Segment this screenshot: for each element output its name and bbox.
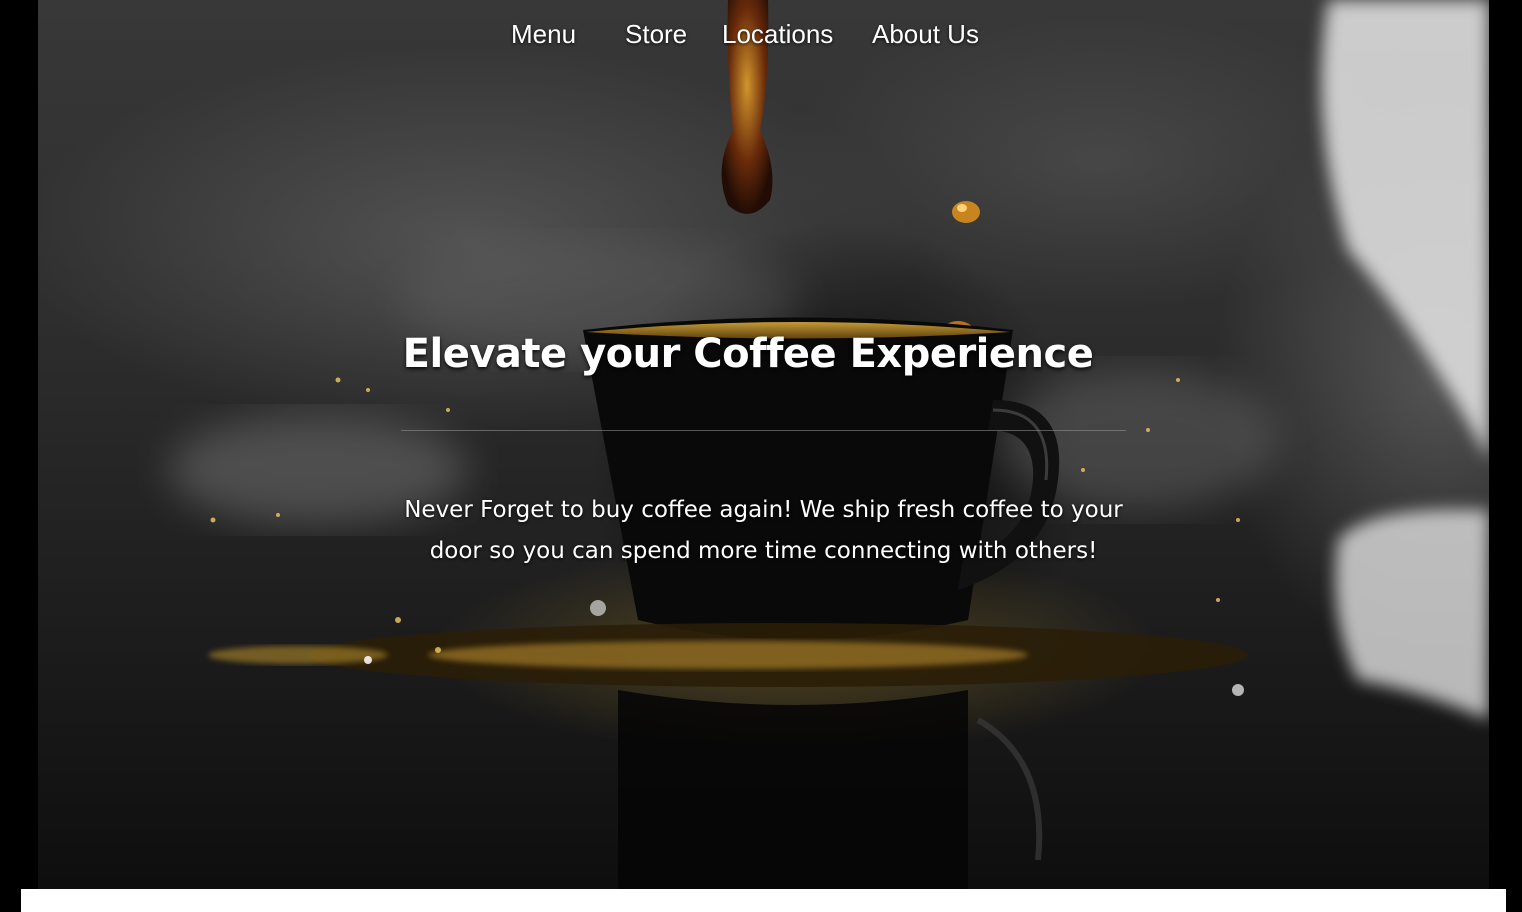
- hero-tagline: Never Forget to buy coffee again! We shi…: [404, 497, 1123, 564]
- nav-link-about-us[interactable]: About Us: [872, 18, 979, 50]
- nav-link-locations[interactable]: Locations: [722, 18, 833, 50]
- hero-divider: [401, 430, 1126, 431]
- page: Menu Store Locations About Us Elevate yo…: [0, 0, 1522, 912]
- coffee-cup-background-image: [168, 0, 1489, 889]
- hero-headline: Elevate your Coffee Experience: [402, 331, 1094, 377]
- page-bottom-strip: [21, 889, 1506, 912]
- nav-link-menu[interactable]: Menu: [511, 18, 576, 50]
- nav-link-store[interactable]: Store: [625, 18, 687, 50]
- hero-section: [38, 0, 1489, 889]
- main-nav: Menu Store Locations About Us: [0, 14, 1522, 54]
